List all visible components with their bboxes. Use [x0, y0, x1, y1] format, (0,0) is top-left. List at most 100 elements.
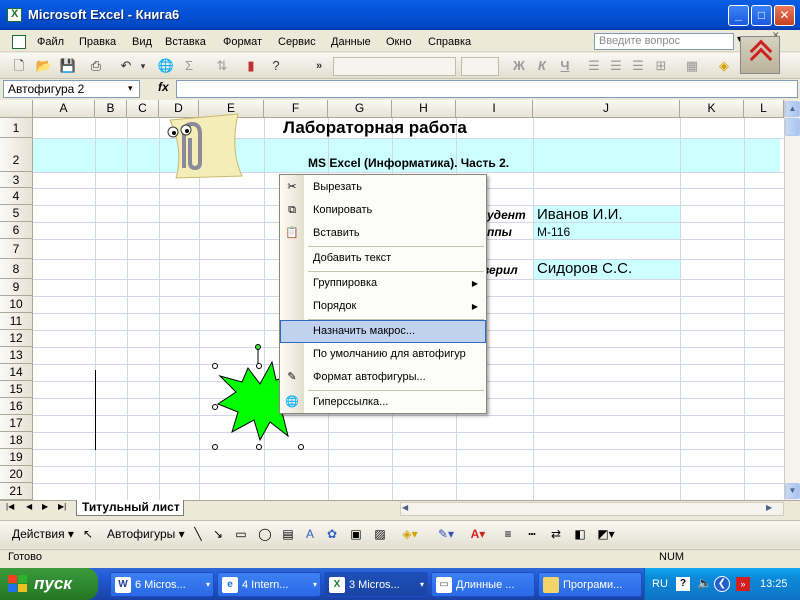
volume-icon[interactable]: 🔈 — [697, 576, 712, 590]
font-color-icon[interactable]: A▾ — [466, 524, 490, 544]
textbox-tool-icon[interactable]: ▤ — [280, 524, 296, 544]
menu-insert[interactable]: Вставка — [165, 36, 206, 48]
taskbar-word[interactable]: W6 Micros... ▾ — [110, 572, 214, 597]
name-box[interactable]: Автофигура 2 — [3, 80, 140, 98]
row-header-14[interactable]: 14 — [0, 364, 33, 381]
diagram-icon[interactable]: ✿ — [324, 524, 340, 544]
insert-hyperlink-icon[interactable]: 🌐 — [157, 57, 175, 75]
resize-handle-sw[interactable] — [212, 444, 218, 450]
menu-item-paste[interactable]: 📋 Вставить — [280, 222, 486, 245]
menu-item-add-text[interactable]: Добавить текст — [280, 247, 486, 270]
row-header-20[interactable]: 20 — [0, 466, 33, 483]
tab-first-icon[interactable]: |◀ — [6, 502, 14, 511]
select-objects-icon[interactable]: ↖ — [80, 524, 96, 544]
row-header-1[interactable]: 1 — [0, 118, 33, 138]
sheet-tab-title[interactable]: Титульный лист — [76, 500, 184, 516]
vertical-scrollbar[interactable] — [784, 100, 800, 500]
undo-icon[interactable]: ↶ — [117, 57, 135, 75]
draw-actions-button[interactable]: Действия ▾ — [12, 524, 74, 544]
undo-dropdown-icon[interactable]: ▾ — [134, 57, 152, 75]
3d-style-icon[interactable]: ◩▾ — [594, 524, 618, 544]
menu-view[interactable]: Вид — [132, 36, 152, 48]
menu-format[interactable]: Формат — [223, 36, 262, 48]
bold-button[interactable]: Ж — [510, 57, 528, 75]
help-icon[interactable]: ? — [267, 57, 285, 75]
column-header-l[interactable]: L — [744, 100, 784, 118]
menu-data[interactable]: Данные — [331, 36, 371, 48]
taskbar-long-names[interactable]: ▭ Длинные ... — [431, 572, 535, 597]
row-header-12[interactable]: 12 — [0, 330, 33, 347]
merge-center-icon[interactable]: ⊞ — [652, 57, 670, 75]
column-header-a[interactable]: A — [33, 100, 95, 118]
document-icon[interactable] — [12, 35, 26, 49]
tab-prev-icon[interactable]: ◀ — [26, 502, 32, 511]
menu-edit[interactable]: Правка — [79, 36, 116, 48]
row-header-2[interactable]: 2 — [0, 138, 33, 172]
underline-button[interactable]: Ч — [556, 57, 574, 75]
clipart-icon[interactable]: ▣ — [348, 524, 364, 544]
row-header-17[interactable]: 17 — [0, 415, 33, 432]
align-right-icon[interactable]: ☰ — [629, 57, 647, 75]
toolbar-more-icon[interactable]: » — [310, 57, 328, 75]
dash-style-icon[interactable]: ┅ — [524, 524, 540, 544]
menu-item-default-autoshape[interactable]: По умолчанию для автофигур — [280, 343, 486, 366]
menu-item-grouping[interactable]: Группировка ▶ — [280, 272, 486, 295]
new-document-icon[interactable]: 🗋 — [10, 57, 28, 75]
row-header-4[interactable]: 4 — [0, 188, 33, 205]
line-style-icon[interactable]: ≡ — [500, 524, 516, 544]
italic-button[interactable]: К — [533, 57, 551, 75]
column-header-h[interactable]: H — [392, 100, 456, 118]
row-header-11[interactable]: 11 — [0, 313, 33, 330]
row-header-9[interactable]: 9 — [0, 279, 33, 296]
autoshapes-button[interactable]: Автофигуры ▾ — [107, 524, 185, 544]
open-folder-icon[interactable]: 📂 — [35, 57, 53, 75]
borders-icon[interactable]: ▦ — [683, 57, 701, 75]
resize-handle-n[interactable] — [256, 363, 262, 369]
row-header-3[interactable]: 3 — [0, 172, 33, 188]
tray-arrow-icon[interactable]: ❮ — [714, 576, 730, 592]
row-header-7[interactable]: 7 — [0, 239, 33, 259]
help-question-input[interactable]: Введите вопрос — [594, 33, 734, 50]
menu-item-hyperlink[interactable]: 🌐 Гиперссылка... — [280, 391, 486, 414]
rotate-handle[interactable] — [255, 344, 261, 350]
column-header-j[interactable]: J — [533, 100, 680, 118]
insert-function-icon[interactable]: fx — [158, 80, 169, 94]
wordart-icon[interactable]: A — [302, 524, 318, 544]
arrow-style-icon[interactable]: ⇄ — [548, 524, 564, 544]
line-shape[interactable] — [95, 370, 96, 450]
column-header-f[interactable]: F — [264, 100, 328, 118]
row-header-5[interactable]: 5 — [0, 205, 33, 222]
fill-color-icon[interactable]: ◈ — [715, 57, 733, 75]
taskbar-programs[interactable]: Програми... — [538, 572, 642, 597]
column-header-b[interactable]: B — [95, 100, 127, 118]
excel-app-icon[interactable] — [7, 8, 22, 22]
chart-wizard-icon[interactable]: ▮ — [242, 57, 260, 75]
sort-ascending-icon[interactable]: ⇅ — [213, 57, 231, 75]
scroll-down-button[interactable]: ▼ — [785, 483, 800, 499]
resize-handle-s[interactable] — [256, 444, 262, 450]
menu-tools[interactable]: Сервис — [278, 36, 316, 48]
row-header-21[interactable]: 21 — [0, 483, 33, 500]
resize-handle-se[interactable] — [298, 444, 304, 450]
row-header-19[interactable]: 19 — [0, 449, 33, 466]
autosum-icon[interactable]: Σ — [180, 57, 198, 75]
column-header-g[interactable]: G — [328, 100, 392, 118]
tab-last-icon[interactable]: ▶| — [58, 502, 66, 511]
line-color-icon[interactable]: ✎▾ — [434, 524, 458, 544]
row-header-6[interactable]: 6 — [0, 222, 33, 239]
column-header-k[interactable]: K — [680, 100, 744, 118]
row-header-10[interactable]: 10 — [0, 296, 33, 313]
insert-picture-icon[interactable]: ▨ — [372, 524, 388, 544]
scroll-left-button[interactable]: ◀ — [402, 503, 408, 512]
line-tool-icon[interactable]: ╲ — [190, 524, 206, 544]
antivirus-icon[interactable]: » — [736, 577, 750, 591]
menu-item-format-autoshape[interactable]: ✎ Формат автофигуры... — [280, 366, 486, 389]
font-size-combo[interactable] — [461, 57, 499, 76]
menu-window[interactable]: Окно — [386, 36, 412, 48]
row-header-15[interactable]: 15 — [0, 381, 33, 398]
align-center-icon[interactable]: ☰ — [607, 57, 625, 75]
arrow-tool-icon[interactable]: ↘ — [210, 524, 226, 544]
clippy-assistant-icon[interactable] — [150, 110, 246, 182]
taskbar-internet[interactable]: e4 Intern... ▾ — [217, 572, 321, 597]
shadow-icon[interactable]: ◧ — [572, 524, 588, 544]
